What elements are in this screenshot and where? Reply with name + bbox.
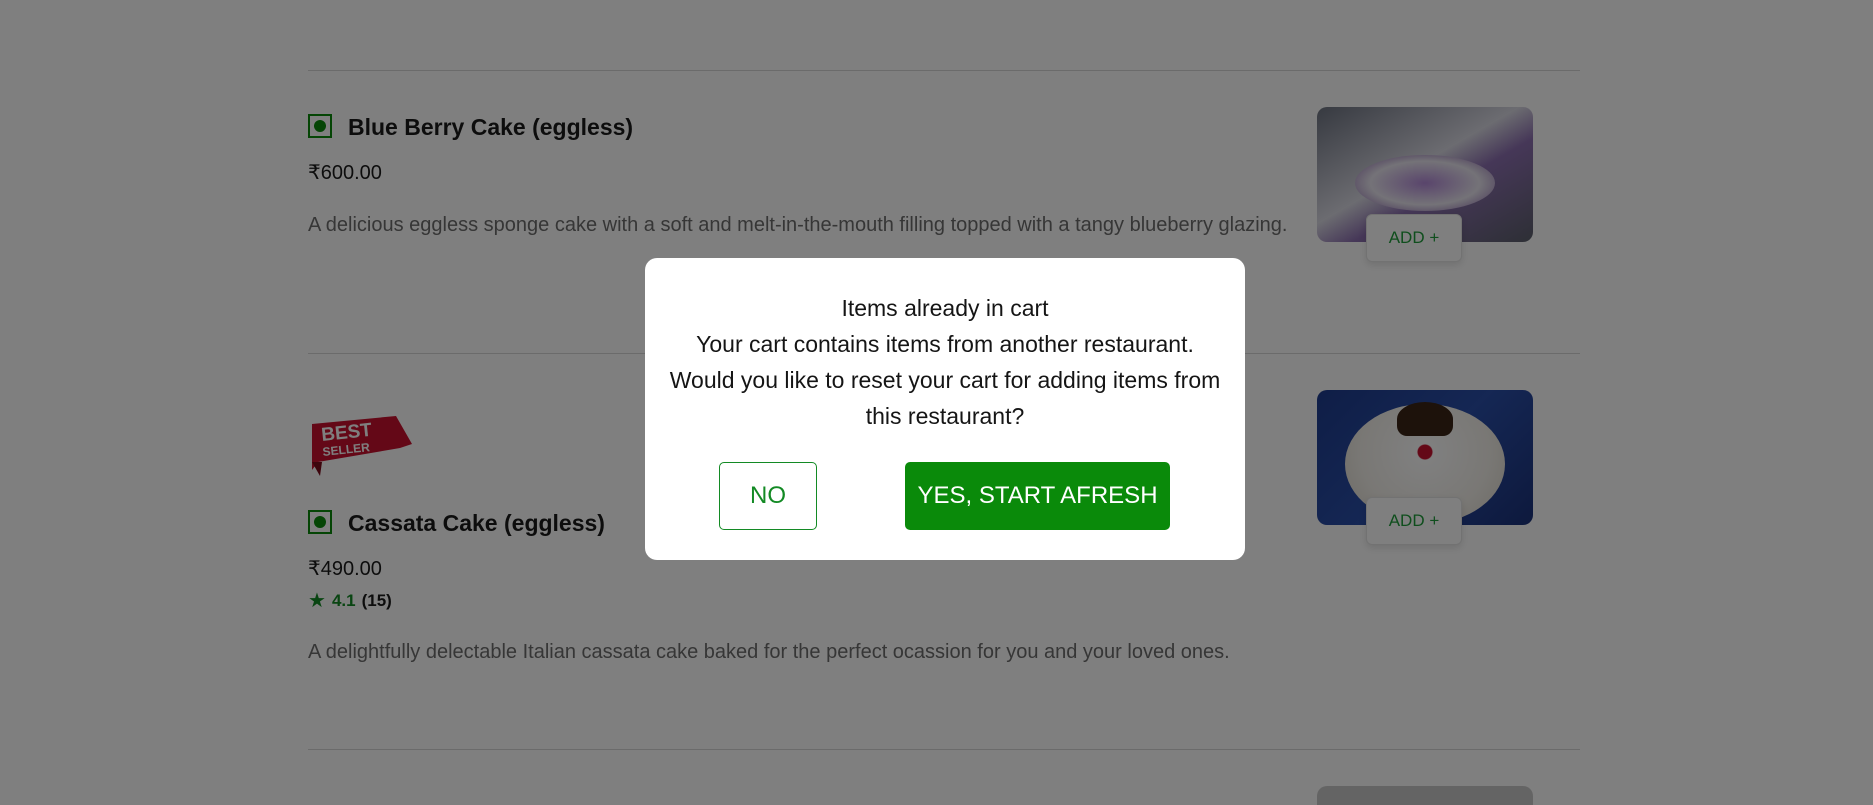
cart-conflict-dialog: Items already in cart Your cart contains… (645, 258, 1245, 560)
no-button[interactable]: NO (719, 462, 817, 530)
dialog-title: Items already in cart (841, 295, 1049, 321)
dialog-body: Your cart contains items from another re… (669, 331, 1221, 429)
yes-start-afresh-button[interactable]: YES, START AFRESH (905, 462, 1170, 530)
dialog-message: Items already in cart Your cart contains… (665, 290, 1225, 434)
